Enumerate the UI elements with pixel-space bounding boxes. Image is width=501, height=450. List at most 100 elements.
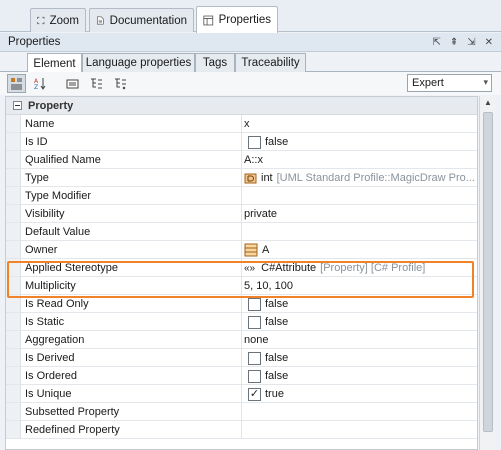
property-value: C#Attribute [261, 262, 317, 274]
property-value-cell[interactable] [244, 421, 476, 439]
close-icon[interactable]: ✕ [485, 37, 493, 48]
property-value-cell[interactable]: false [244, 295, 476, 313]
pin-icon[interactable]: ⇞ [450, 37, 458, 48]
row-gutter [6, 187, 21, 204]
property-name: Is Static [25, 316, 65, 328]
show-description-button[interactable] [63, 74, 82, 93]
property-name: Default Value [25, 226, 91, 238]
property-value: x [244, 118, 250, 130]
property-row[interactable]: Type Modifier [6, 187, 477, 205]
column-divider [241, 349, 242, 366]
property-value-cell[interactable] [244, 403, 476, 421]
tab-tags[interactable]: Tags [195, 53, 235, 72]
property-row[interactable]: Applied Stereotype «» C#Attribute [Property… [6, 259, 477, 277]
property-row[interactable]: Redefined Property [6, 421, 477, 439]
property-row[interactable]: Visibility private [6, 205, 477, 223]
tab-documentation-label: Documentation [109, 14, 187, 27]
property-row[interactable]: Is ID false [6, 133, 477, 151]
scroll-up-icon[interactable]: ▲ [480, 98, 496, 107]
vertical-scrollbar[interactable]: ▲ [479, 96, 496, 450]
property-value-cell[interactable]: false [244, 367, 476, 385]
property-row[interactable]: Is Unique ✓ true [6, 385, 477, 403]
property-name: Applied Stereotype [25, 262, 118, 274]
row-gutter [6, 403, 21, 420]
sort-az-button[interactable]: AZ [31, 74, 50, 93]
properties-toolbar: AZ Expert ▾ [0, 72, 501, 95]
property-value-cell[interactable]: x [244, 115, 476, 133]
property-value-cell[interactable]: A [244, 241, 476, 259]
tab-language-properties[interactable]: Language properties [82, 53, 195, 72]
section-header-property[interactable]: Property [6, 97, 477, 115]
property-value-cell[interactable]: false [244, 313, 476, 331]
property-row[interactable]: Type int [UML Standard Profile::MagicDraw … [6, 169, 477, 187]
description-icon [66, 79, 79, 89]
mode-select-value: Expert [412, 77, 444, 89]
float-icon[interactable]: ⇱ [432, 37, 440, 48]
property-row[interactable]: Is Derived false [6, 349, 477, 367]
row-gutter [6, 385, 21, 402]
collapse-toggle-icon[interactable] [13, 101, 22, 110]
scrollbar-thumb[interactable] [483, 112, 493, 432]
column-divider [241, 313, 242, 330]
tab-properties-label: Properties [218, 14, 271, 26]
property-row[interactable]: Is Ordered false [6, 367, 477, 385]
property-row[interactable]: Default Value [6, 223, 477, 241]
property-value-cell[interactable]: «» C#Attribute [Property] [C# Profile] [244, 259, 476, 277]
property-value-cell[interactable]: A::x [244, 151, 476, 169]
property-row[interactable]: Subsetted Property [6, 403, 477, 421]
column-divider [241, 421, 242, 438]
tab-zoom[interactable]: Zoom [30, 8, 86, 32]
property-row[interactable]: Name x [6, 115, 477, 133]
chevron-down-icon: ▾ [483, 77, 488, 87]
column-divider [241, 385, 242, 402]
checkbox[interactable] [248, 351, 261, 365]
row-gutter [6, 277, 21, 294]
property-row[interactable]: Multiplicity 5, 10, 100 [6, 277, 477, 295]
row-gutter [6, 133, 21, 150]
property-row[interactable]: Owner A [6, 241, 477, 259]
property-row[interactable]: Qualified Name A::x [6, 151, 477, 169]
checkbox[interactable] [248, 135, 261, 149]
checkbox[interactable] [248, 369, 261, 383]
mode-select[interactable]: Expert ▾ [407, 74, 492, 92]
property-row[interactable]: Aggregation none [6, 331, 477, 349]
row-gutter [6, 367, 21, 384]
tab-properties[interactable]: Properties [196, 6, 278, 33]
row-gutter [6, 313, 21, 330]
categorized-view-button[interactable] [7, 74, 26, 93]
column-divider [241, 295, 242, 312]
property-value-cell[interactable] [244, 187, 476, 205]
row-gutter [6, 259, 21, 276]
checkbox[interactable] [248, 315, 261, 329]
expand-all-button[interactable] [87, 74, 106, 93]
checkbox[interactable] [248, 297, 261, 311]
property-value-cell[interactable]: private [244, 205, 476, 223]
property-value-cell[interactable]: none [244, 331, 476, 349]
tab-element[interactable]: Element [27, 53, 82, 73]
property-name: Is Unique [25, 388, 72, 400]
top-tab-bar: Zoom Documentation Properties [0, 0, 501, 33]
property-value-cell[interactable]: 5, 10, 100 [244, 277, 476, 295]
dock-icon[interactable]: ⇲ [467, 37, 475, 48]
row-gutter [6, 169, 21, 186]
property-value-cell[interactable]: false [244, 133, 476, 151]
property-value: A::x [244, 154, 263, 166]
property-value: false [265, 352, 289, 364]
property-row[interactable]: Is Read Only false [6, 295, 477, 313]
column-divider [241, 187, 242, 204]
property-value-cell[interactable]: int [UML Standard Profile::MagicDraw Pro.… [244, 169, 476, 187]
column-divider [241, 169, 242, 186]
property-value-cell[interactable] [244, 223, 476, 241]
checkbox[interactable]: ✓ [248, 387, 261, 401]
collapse-all-button[interactable] [111, 74, 130, 93]
property-value-cell[interactable]: ✓ true [244, 385, 476, 403]
property-name: Type Modifier [25, 190, 92, 202]
property-value-cell[interactable]: false [244, 349, 476, 367]
tab-traceability[interactable]: Traceability [235, 53, 306, 72]
property-value-detail: [UML Standard Profile::MagicDraw Pro... [276, 172, 475, 184]
property-row[interactable]: Is Static false [6, 313, 477, 331]
tab-documentation[interactable]: Documentation [89, 8, 194, 32]
property-value: int [261, 172, 273, 184]
property-grid: Property Name x Is ID false Qualified Name A:… [5, 96, 478, 450]
column-divider [241, 241, 242, 258]
